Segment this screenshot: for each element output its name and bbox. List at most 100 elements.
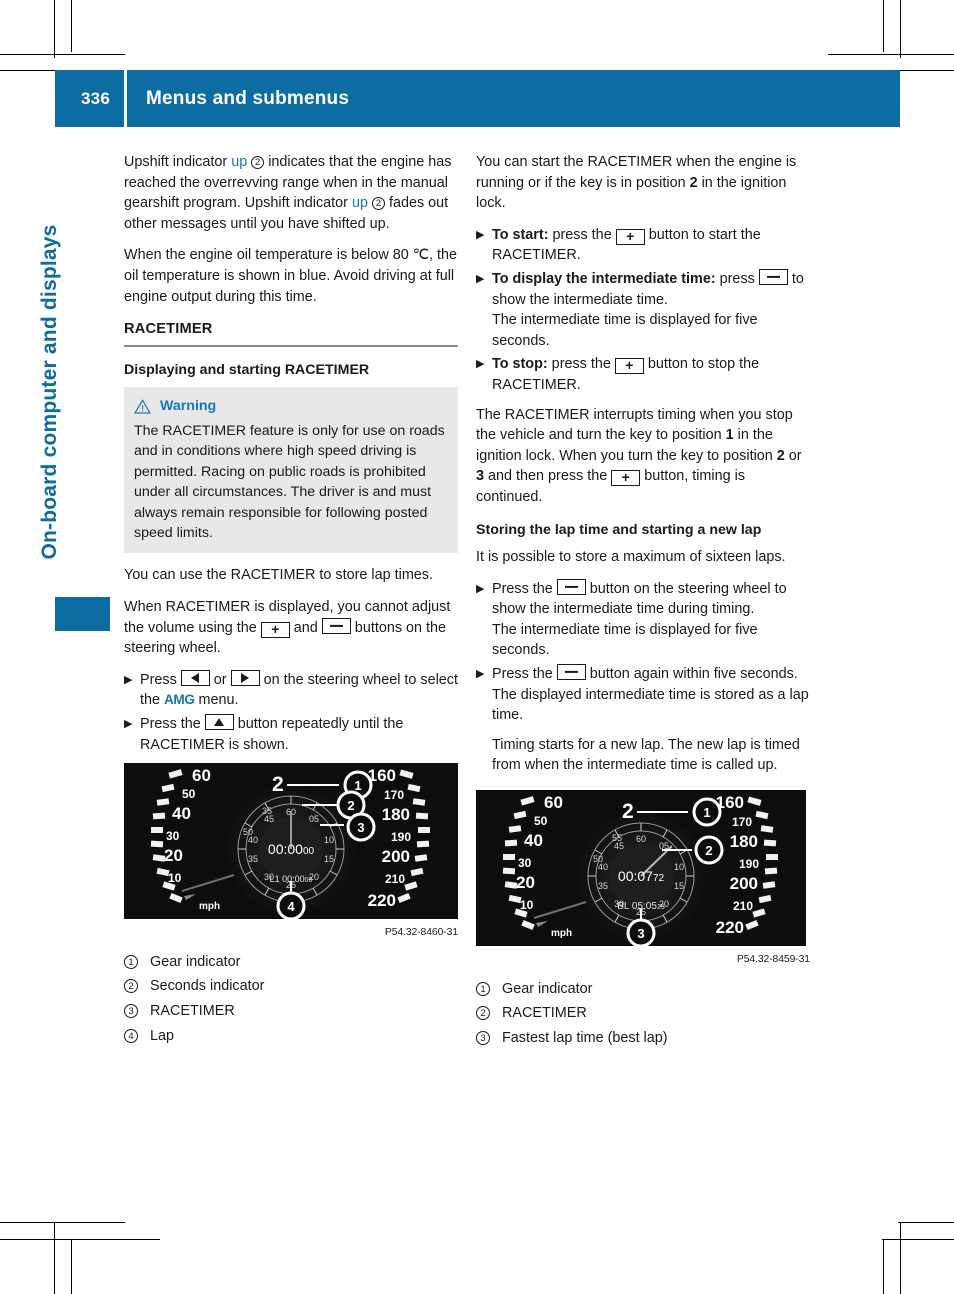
warning-box: Warning The RACETIMER feature is only fo… — [124, 387, 458, 554]
caption-number: 3 — [124, 1001, 150, 1022]
warning-header: Warning — [134, 396, 448, 417]
step-bullet-arrow: ▶ — [476, 668, 485, 681]
svg-text:50: 50 — [593, 854, 603, 864]
instrument-cluster-image-2: 60 50 40 30 20 10 mph 160 170 180 190 20… — [476, 790, 806, 947]
caption-number: 2 — [124, 976, 150, 997]
caption-row: 4 Lap — [124, 1026, 458, 1047]
step-text: Press the button again within five secon… — [492, 664, 810, 776]
svg-text:10: 10 — [168, 871, 182, 885]
crop-mark-bottom-right-h — [898, 1222, 954, 1223]
step-press-minus-show-intermediate: ▶ Press the button on the steering wheel… — [476, 578, 810, 661]
subsection-heading-storing-lap: Storing the lap time and starting a new … — [476, 521, 762, 538]
svg-text:210: 210 — [733, 899, 753, 913]
svg-text:50: 50 — [182, 787, 196, 801]
upshift-term-1: up — [231, 154, 248, 170]
figure-racetimer-best-lap: 60 50 40 30 20 10 mph 160 170 180 190 20… — [476, 790, 810, 971]
plus-button-icon: + — [260, 621, 290, 638]
svg-text:15: 15 — [674, 881, 684, 891]
step-text: To stop: press the + button to stop the … — [492, 356, 760, 393]
step-press-up-button: ▶ Press the button repeatedly until the … — [124, 713, 458, 755]
step-to-start: ▶ To start: press the + button to start … — [476, 225, 810, 266]
svg-text:35: 35 — [262, 806, 272, 816]
step-text: To display the intermediate time: press … — [492, 268, 810, 351]
svg-text:40: 40 — [524, 831, 543, 850]
crop-mark-top-left-v — [54, 0, 55, 58]
right-column: You can start the RACETIMER when the eng… — [476, 152, 810, 1052]
chapter-side-title: On-board computer and displays — [38, 224, 61, 560]
chapter-tab-marker — [55, 597, 110, 631]
header-divider — [124, 70, 127, 127]
svg-text:1: 1 — [354, 778, 361, 793]
left-column: Upshift indicator up 2 indicates that th… — [124, 152, 458, 1050]
figure-code-2: P54.32-8459-31 — [736, 954, 810, 966]
svg-text:30: 30 — [518, 856, 532, 870]
circled-number-2b: 2 — [371, 197, 385, 211]
caption-label: RACETIMER — [502, 1005, 587, 1022]
svg-text:170: 170 — [732, 815, 752, 829]
crop-mark-bottom-left-v2 — [71, 1240, 72, 1294]
crop-mark-bottom-right-h2 — [882, 1239, 954, 1240]
step-result-2: Timing starts for a new lap. The new lap… — [492, 736, 800, 774]
step-text: Press the button on the steering wheel t… — [492, 578, 810, 661]
step-bullet-arrow: ▶ — [476, 272, 485, 285]
crop-mark-top-right-h — [828, 54, 954, 55]
svg-text:1: 1 — [703, 805, 710, 820]
key-position-2: 2 — [689, 174, 698, 191]
circled-number-2a: 2 — [251, 156, 265, 169]
right-arrow-button-icon — [230, 669, 260, 686]
caption-row: 1 Gear indicator — [476, 979, 810, 1000]
paragraph-store-lap-times: You can use the RACETIMER to store lap t… — [124, 567, 434, 584]
svg-text:50: 50 — [534, 814, 548, 828]
paragraph-sixteen-laps: It is possible to store a maximum of six… — [476, 549, 786, 566]
caption-number: 1 — [124, 952, 150, 973]
svg-text:60: 60 — [636, 834, 646, 844]
caption-list-1: 1 Gear indicator 2 Seconds indicator 3 RACE… — [124, 952, 458, 1046]
step-bullet-arrow: ▶ — [476, 228, 485, 241]
crop-mark-top-right-v — [900, 0, 901, 58]
caption-list-2: 1 Gear indicator 2 RACETIMER 3 Fastest lap … — [476, 979, 810, 1049]
svg-text:200: 200 — [382, 847, 410, 866]
svg-text:180: 180 — [382, 805, 410, 824]
svg-text:2: 2 — [622, 800, 634, 823]
svg-text:4: 4 — [287, 899, 295, 914]
step-bullet-arrow: ▶ — [476, 358, 485, 371]
amg-menu-label: AMG — [164, 692, 195, 708]
svg-text:3: 3 — [357, 820, 364, 835]
svg-text:20: 20 — [164, 846, 183, 865]
crop-mark-top-left-h — [0, 54, 125, 55]
caption-row: 2 Seconds indicator — [124, 976, 458, 997]
step-label-to-display: To display the intermediate time: — [492, 270, 716, 287]
svg-text:2: 2 — [347, 798, 354, 813]
svg-text:3: 3 — [637, 926, 644, 941]
svg-text:60: 60 — [192, 766, 211, 785]
warning-title: Warning — [160, 398, 217, 415]
instrument-cluster-image-1: 60 50 40 30 20 10 mph 160 170 180 190 20… — [124, 763, 458, 920]
warning-body: The RACETIMER feature is only for use on… — [134, 422, 445, 541]
step-to-stop: ▶ To stop: press the + button to stop th… — [476, 354, 810, 395]
plus-button-icon: + — [611, 470, 641, 487]
caption-row: 3 Fastest lap time (best lap) — [476, 1028, 810, 1049]
caption-row: 2 RACETIMER — [476, 1003, 810, 1024]
caption-number: 3 — [476, 1028, 502, 1049]
minus-button-icon — [758, 268, 788, 285]
caption-number: 4 — [124, 1026, 150, 1047]
caption-number: 1 — [476, 979, 502, 1000]
svg-text:220: 220 — [368, 891, 396, 910]
svg-text:220: 220 — [716, 918, 744, 937]
step-result: The intermediate time is displayed for f… — [492, 621, 758, 659]
step-bullet-arrow: ▶ — [124, 673, 133, 686]
crop-mark-bottom-left-h — [0, 1222, 125, 1223]
paragraph-start-conditions: You can start the RACETIMER when the eng… — [476, 154, 797, 212]
minus-button-icon — [556, 664, 586, 681]
svg-text:2: 2 — [272, 773, 284, 796]
paragraph-interrupt-timing: The RACETIMER interrupts timing when you… — [476, 406, 802, 505]
step-to-display-intermediate: ▶ To display the intermediate time: pres… — [476, 268, 810, 351]
caption-label: Seconds indicator — [150, 978, 265, 995]
svg-text:05: 05 — [309, 814, 319, 824]
crop-mark-bottom-right-v2 — [883, 1240, 884, 1294]
caption-label: RACETIMER — [150, 1002, 235, 1019]
step-text: Press the button repeatedly until the RA… — [140, 713, 404, 753]
key-position-2: 2 — [776, 447, 785, 464]
caption-row: 1 Gear indicator — [124, 952, 458, 973]
up-arrow-button-icon — [204, 713, 234, 730]
